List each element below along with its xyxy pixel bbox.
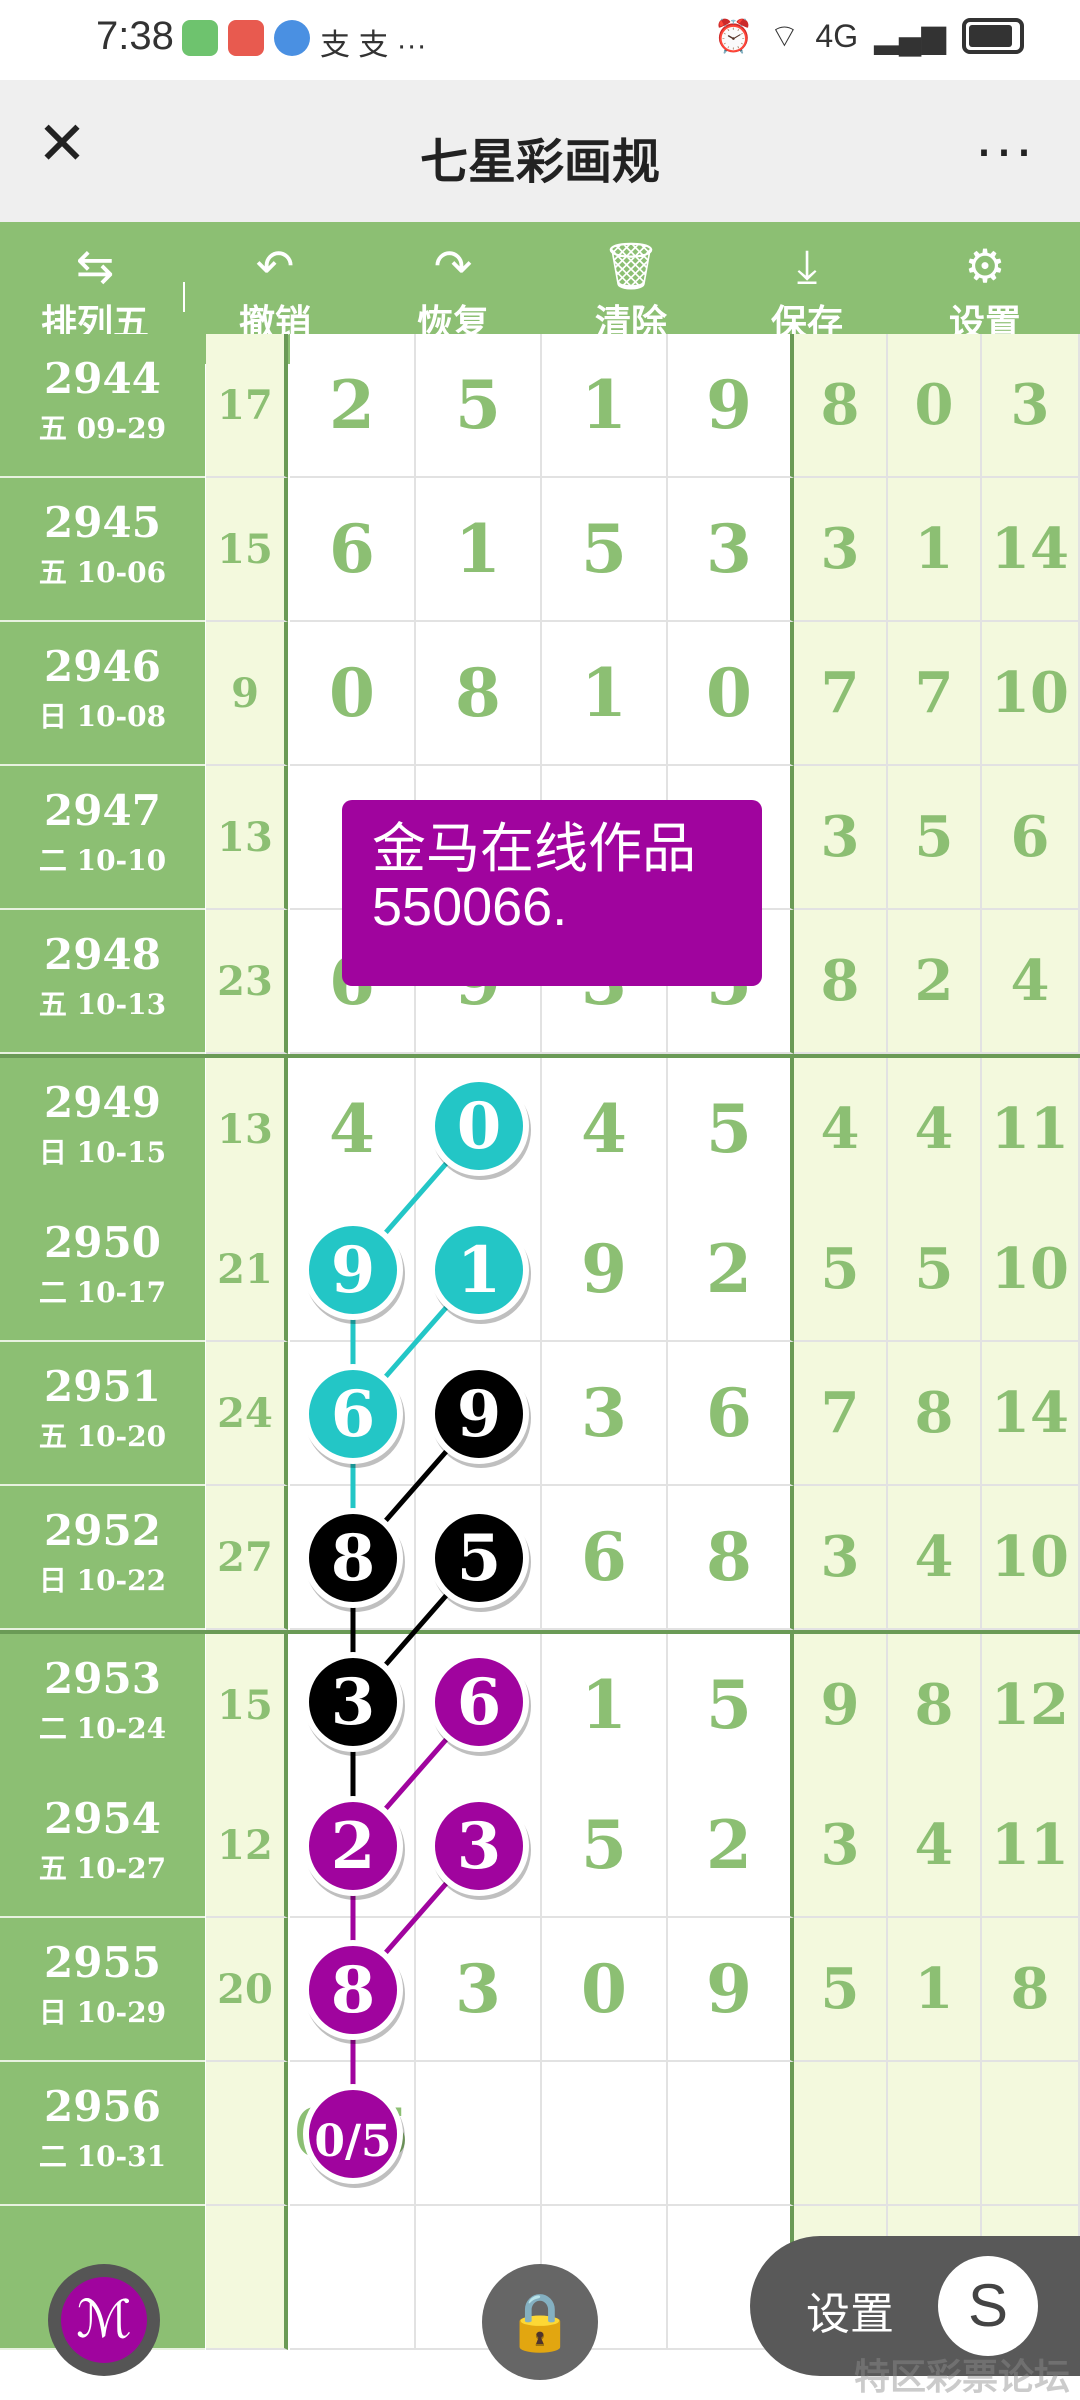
brush-button[interactable]: ℳ [48, 2264, 160, 2376]
author-note: 金马在线作品 550066. [342, 800, 762, 986]
ball-value: 2 [331, 1809, 376, 1884]
gear-icon: ⚙ [964, 240, 1006, 292]
ball-value: 3 [331, 1665, 376, 1740]
redo-button[interactable]: ↷ 恢复 [378, 240, 528, 346]
alarm-icon: ⏰ [713, 18, 754, 54]
toolbar-switch-button[interactable]: ⇆ 排列五 [20, 240, 170, 346]
marked-ball[interactable]: 9 [303, 1220, 405, 1324]
ball-value: 1 [457, 1233, 502, 1308]
notification-icons: 支 支 ··· [182, 20, 427, 64]
status-right: ⏰ ⌔ 4G ▂▄▆ [713, 16, 1024, 56]
ball-value: 5 [457, 1521, 502, 1596]
note-line: 金马在线作品 [372, 819, 696, 879]
marked-ball[interactable]: 0 [429, 1076, 531, 1180]
ball-value: 6 [331, 1377, 376, 1452]
ball-value: 9 [457, 1377, 502, 1452]
lock-button[interactable]: 🔒 [482, 2264, 598, 2380]
undo-icon: ↶ [255, 240, 295, 292]
marked-ball[interactable]: 3 [429, 1796, 531, 1900]
status-time: 7:38 [96, 14, 174, 58]
trash-icon: 🗑 [601, 240, 661, 292]
network-type: 4G [815, 17, 859, 54]
marked-ball[interactable]: 0/5 [303, 2084, 405, 2188]
drawing-layer: 0 9 1 6 9 8 5 3 6 2 3 8 0/5 [303, 1076, 531, 2188]
marked-ball[interactable]: 5 [429, 1508, 531, 1612]
ball-value: 8 [331, 1521, 376, 1596]
ball-value: 0/5 [314, 2116, 391, 2167]
app-icon [182, 20, 218, 56]
lock-icon: 🔒 [505, 2290, 575, 2353]
notification-text: 支 支 ··· [320, 29, 427, 62]
note-line: 550066. [372, 877, 568, 937]
marked-ball[interactable]: 6 [303, 1364, 405, 1468]
ball-value: 9 [331, 1233, 376, 1308]
marked-ball[interactable]: 1 [429, 1220, 531, 1324]
more-icon[interactable]: ··· [974, 114, 1034, 183]
marked-ball[interactable]: 3 [303, 1652, 405, 1756]
marked-ball[interactable]: 6 [429, 1652, 531, 1756]
ball-value: 3 [457, 1809, 502, 1884]
download-icon: ⤓ [796, 240, 818, 292]
status-bar: 7:38 支 支 ··· ⏰ ⌔ 4G ▂▄▆ [0, 0, 1080, 80]
wifi-icon: ⌔ [769, 18, 800, 54]
ball-value: 0 [457, 1089, 502, 1164]
ball-value: 8 [331, 1953, 376, 2028]
app-icon [228, 20, 264, 56]
draw-grid[interactable]: 2944 五 09-29 17 2 5 1 9 8 0 3 2945 五 10-06 15 6 1 5 3 3 1 1… [0, 334, 1080, 2400]
floating-settings-label: 设置 [806, 2290, 894, 2339]
settings-button[interactable]: ⚙ 设置 [910, 240, 1060, 346]
brush-icon: ℳ [61, 2277, 147, 2363]
save-button[interactable]: ⤓ 保存 [732, 240, 882, 346]
marked-ball[interactable]: 9 [429, 1364, 531, 1468]
undo-button[interactable]: ↶ 撤销 [200, 240, 350, 346]
marked-ball[interactable]: 8 [303, 1508, 405, 1612]
swap-icon: ⇆ [75, 240, 115, 292]
page-title: 七星彩画规 [419, 136, 660, 189]
marked-ball[interactable]: 2 [303, 1796, 405, 1900]
clear-button[interactable]: 🗑 清除 [556, 240, 706, 346]
ball-value: 6 [457, 1665, 502, 1740]
divider [183, 282, 185, 312]
redo-icon: ↷ [433, 240, 473, 292]
marked-ball[interactable]: 8 [303, 1940, 405, 2044]
watermark: 特区彩票论坛 [853, 2356, 1070, 2397]
title-bar: ✕ 七星彩画规 ··· [0, 80, 1080, 222]
signal-icon: ▂▄▆ [874, 18, 946, 54]
battery-icon [962, 18, 1024, 54]
s-logo-icon[interactable]: S [938, 2256, 1038, 2356]
music-icon [274, 20, 310, 56]
